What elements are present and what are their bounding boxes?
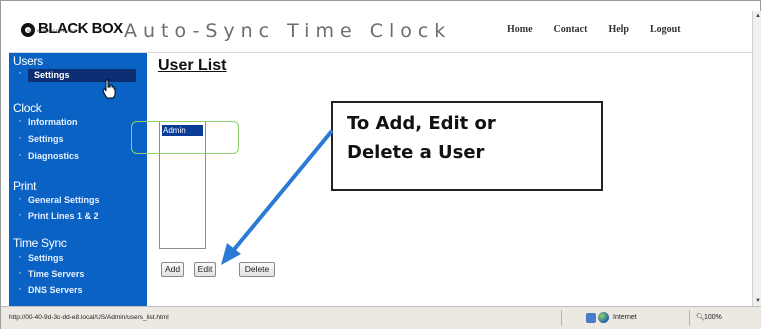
status-bar: http://00-40-9d-3c-dd-e8.local/US/Admin/… — [1, 306, 761, 329]
status-zone: Internet — [613, 314, 637, 321]
sidebar-item-clock-diagnostics[interactable]: Diagnostics — [19, 150, 79, 161]
security-zone-icon — [586, 313, 596, 323]
scroll-down-icon[interactable]: ▼ — [755, 298, 761, 304]
sidebar-section-users: Users — [13, 54, 43, 68]
nav-home-link[interactable]: Home — [507, 24, 533, 35]
instruction-callout: To Add, Edit or Delete a User — [331, 101, 603, 191]
sidebar-section-print: Print — [13, 179, 37, 193]
page-header: BLACK BOX NETWORK SERVICES Auto-Sync Tim… — [9, 11, 752, 53]
status-divider — [561, 310, 562, 326]
browser-window: BLACK BOX NETWORK SERVICES Auto-Sync Tim… — [0, 0, 761, 329]
sidebar-item-dns-servers[interactable]: DNS Servers — [19, 284, 82, 295]
logo-subtext: NETWORK SERVICES — [27, 28, 77, 33]
scroll-up-icon[interactable]: ▲ — [755, 13, 761, 19]
callout-text: To Add, Edit or Delete a User — [347, 109, 496, 167]
edit-user-button[interactable]: Edit — [194, 262, 216, 277]
sidebar-item-print-lines[interactable]: Print Lines 1 & 2 — [19, 210, 98, 221]
vertical-scrollbar[interactable]: ▲ ▼ — [752, 11, 761, 306]
sidebar-section-clock: Clock — [13, 101, 42, 115]
sidebar-item-time-servers[interactable]: Time Servers — [19, 268, 84, 279]
sidebar-item-clock-information[interactable]: Information — [19, 116, 77, 127]
nav-help-link[interactable]: Help — [608, 24, 629, 35]
sidebar-section-time-sync: Time Sync — [13, 236, 67, 250]
sidebar: Users Settings Clock Information Setting… — [9, 53, 147, 306]
sidebar-item-timesync-settings[interactable]: Settings — [19, 252, 63, 263]
delete-user-button[interactable]: Delete — [239, 262, 275, 277]
status-divider — [689, 310, 690, 326]
callout-line-2: Delete a User — [347, 142, 485, 163]
hand-cursor-icon — [102, 79, 116, 99]
nav-contact-link[interactable]: Contact — [554, 24, 588, 35]
highlight-annotation-box — [131, 121, 239, 154]
nav-logout-link[interactable]: Logout — [650, 24, 681, 35]
top-nav: Home Contact Help Logout — [507, 24, 702, 35]
app-title: Auto-Sync Time Clock — [124, 20, 452, 42]
zoom-level[interactable]: 100% — [704, 314, 722, 321]
page-title: User List — [158, 57, 227, 74]
callout-line-1: To Add, Edit or — [347, 113, 496, 134]
sidebar-item-general-settings[interactable]: General Settings — [19, 194, 99, 205]
sidebar-item-users-settings[interactable]: Settings — [19, 68, 136, 82]
globe-icon — [598, 312, 609, 323]
add-user-button[interactable]: Add — [161, 262, 184, 277]
sidebar-item-clock-settings[interactable]: Settings — [19, 133, 63, 144]
status-url: http://00-40-9d-3c-dd-e8.local/US/Admin/… — [9, 314, 169, 321]
